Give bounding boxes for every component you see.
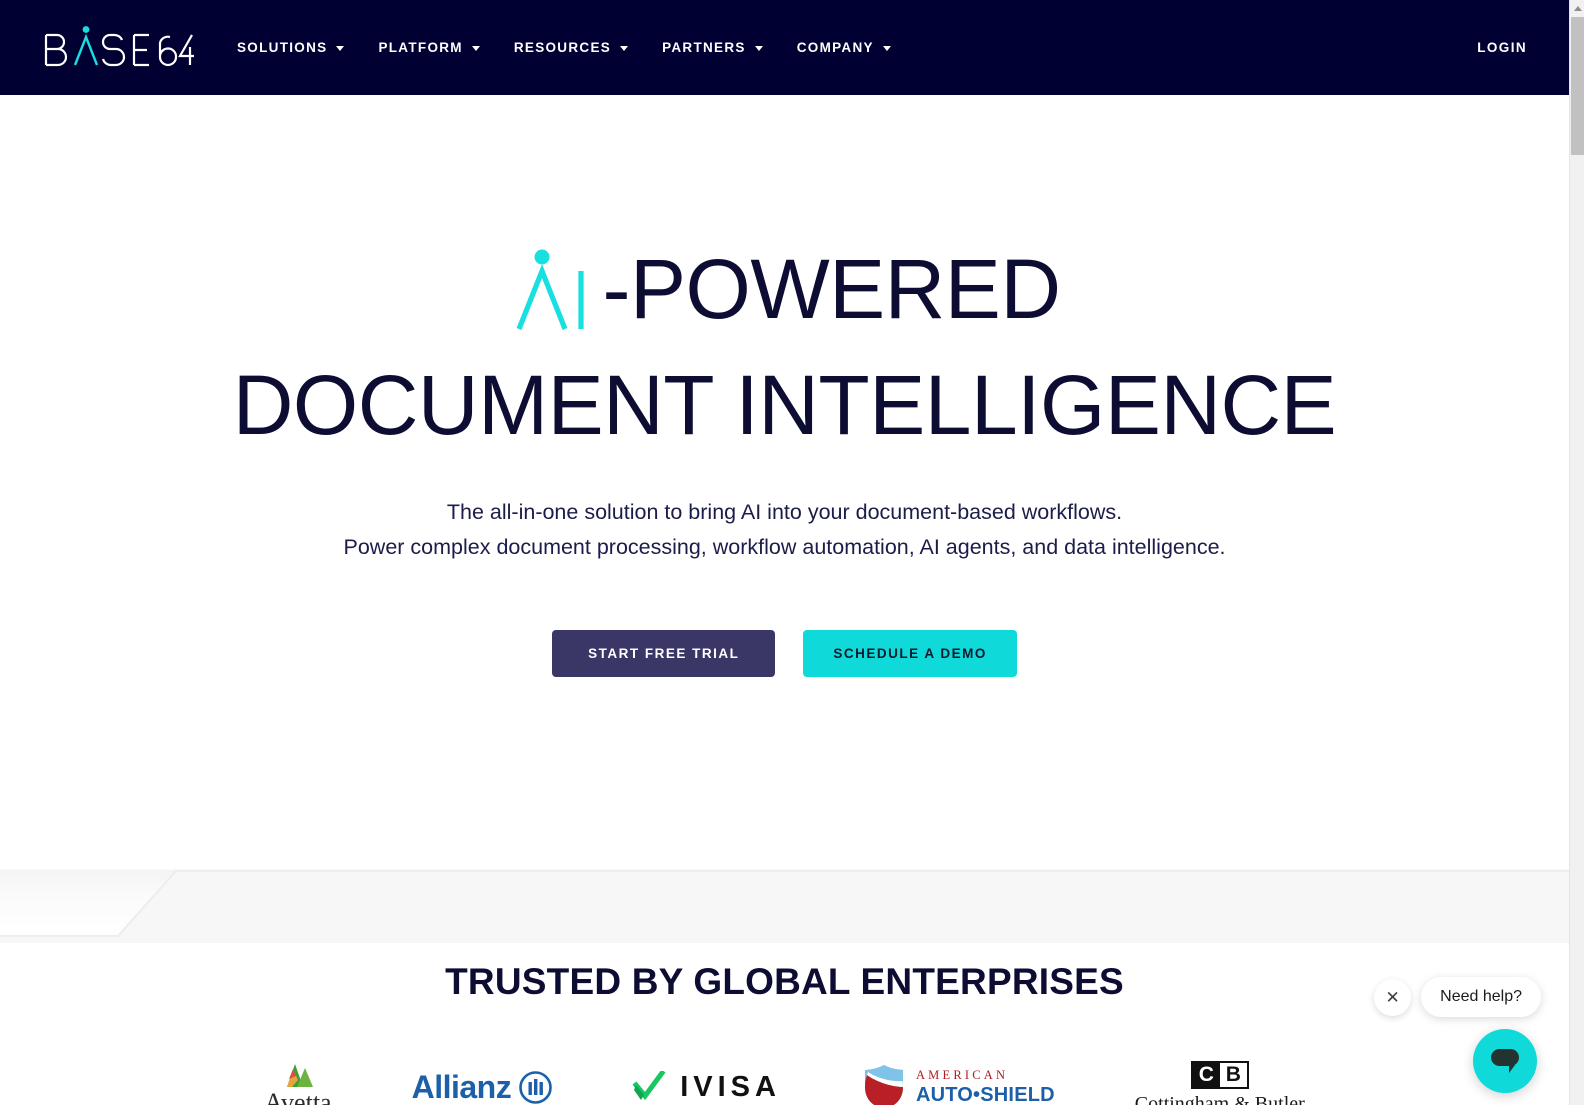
hero-subheadline: The all-in-one solution to bring AI into…: [0, 495, 1569, 565]
scroll-up-arrow-glyph: [1573, 5, 1582, 11]
mountain-icon: [286, 1064, 313, 1087]
nav-item-company-label: COMPANY: [796, 40, 874, 55]
shield-icon: [864, 1065, 903, 1105]
scrollbar-thumb[interactable]: [1571, 17, 1584, 155]
chat-widget: ✕ Need help?: [1374, 977, 1541, 1093]
client-logo-allianz-label: Allianz: [411, 1069, 512, 1105]
cb-monogram-b: B: [1219, 1062, 1247, 1087]
hero-subheadline-line-1: The all-in-one solution to bring AI into…: [446, 500, 1123, 524]
client-logo-american-auto-shield[interactable]: AMERICAN AUTO•SHIELD: [861, 1051, 1055, 1105]
allianz-bars-icon: [519, 1070, 553, 1104]
american-auto-shield-text: AMERICAN AUTO•SHIELD: [916, 1069, 1055, 1105]
browser-viewport: SOLUTIONS PLATFORM RESOURCES PARTNERS CO…: [0, 0, 1584, 1105]
start-free-trial-button[interactable]: START FREE TRIAL: [552, 630, 776, 677]
chevron-down-icon: [336, 46, 345, 51]
primary-nav-links: SOLUTIONS PLATFORM RESOURCES PARTNERS CO…: [220, 34, 908, 61]
nav-item-partners-label: PARTNERS: [662, 40, 746, 55]
client-logo-cottingham-butler-label: Cottingham & Butler: [1134, 1092, 1305, 1105]
client-logo-avetta[interactable]: Avetta: [264, 1051, 332, 1105]
chevron-down-icon: [754, 46, 763, 51]
american-auto-shield-lockup: AMERICAN AUTO•SHIELD: [861, 1063, 1055, 1105]
chevron-down-icon: [882, 46, 891, 51]
ai-accent-mark-icon: [509, 245, 601, 333]
hero-cta-group: START FREE TRIAL SCHEDULE A DEMO: [0, 630, 1569, 677]
nav-item-solutions-label: SOLUTIONS: [237, 40, 328, 55]
chevron-down-icon: [471, 46, 480, 51]
client-logo-ivisa-label: IVISA: [680, 1070, 781, 1103]
green-check-icon: [632, 1071, 666, 1101]
nav-right-group: LOGIN: [1473, 34, 1531, 61]
base64-logo[interactable]: [42, 25, 194, 71]
nav-item-resources[interactable]: RESOURCES: [497, 34, 645, 61]
top-navigation-bar: SOLUTIONS PLATFORM RESOURCES PARTNERS CO…: [0, 0, 1569, 95]
page-content: SOLUTIONS PLATFORM RESOURCES PARTNERS CO…: [0, 0, 1569, 1105]
hero-headline-powered-text: -POWERED: [602, 242, 1062, 336]
nav-item-company[interactable]: COMPANY: [780, 34, 908, 61]
chat-prompt-bubble[interactable]: Need help?: [1421, 977, 1541, 1017]
trusted-by-title: TRUSTED BY GLOBAL ENTERPRISES: [445, 961, 1124, 1002]
angled-section-divider: [0, 857, 1569, 943]
chat-launcher-button[interactable]: [1473, 1029, 1537, 1093]
nav-item-partners[interactable]: PARTNERS: [645, 34, 780, 61]
scroll-up-arrow-icon[interactable]: [1570, 0, 1584, 16]
cb-monogram-c: C: [1192, 1062, 1220, 1087]
trusted-by-section: TRUSTED BY GLOBAL ENTERPRISES Avetta All…: [0, 943, 1569, 1105]
client-logo-avetta-label: Avetta: [264, 1088, 332, 1105]
chevron-down-icon: [620, 46, 629, 51]
hero-section: -POWERED DOCUMENT INTELLIGENCE The all-i…: [0, 95, 1569, 677]
client-logo-cottingham-butler[interactable]: C B Cottingham & Butler: [1135, 1051, 1305, 1105]
client-logo-aas-american-label: AMERICAN: [915, 1068, 1009, 1083]
nav-item-resources-label: RESOURCES: [513, 40, 612, 55]
client-logo-row: Avetta Allianz IVISA AMERICAN AUTO•SHIEL…: [0, 1051, 1569, 1105]
hero-subheadline-line-2: Power complex document processing, workf…: [343, 535, 1226, 559]
client-logo-allianz[interactable]: Allianz: [412, 1051, 553, 1105]
client-logo-aas-autoshield-label: AUTO•SHIELD: [915, 1083, 1055, 1105]
nav-item-platform[interactable]: PLATFORM: [361, 34, 496, 61]
speech-bubble-icon: [1491, 1049, 1519, 1073]
base64-logo-icon: [44, 25, 194, 66]
ai-logotype-icon: [516, 249, 584, 330]
nav-item-solutions[interactable]: SOLUTIONS: [220, 34, 361, 61]
hero-headline-line-1: -POWERED: [0, 243, 1569, 331]
nav-item-platform-label: PLATFORM: [378, 40, 463, 55]
ivisa-lockup: IVISA: [632, 1071, 781, 1103]
chat-prompt-row: ✕ Need help?: [1374, 977, 1541, 1017]
page-scrollbar[interactable]: [1569, 0, 1584, 1105]
login-link[interactable]: LOGIN: [1473, 34, 1531, 61]
close-icon[interactable]: ✕: [1374, 978, 1412, 1016]
client-logo-ivisa[interactable]: IVISA: [632, 1051, 781, 1105]
hero-headline-line-2: DOCUMENT INTELLIGENCE: [232, 358, 1337, 452]
cb-monogram-icon: C B: [1190, 1060, 1249, 1089]
schedule-a-demo-button[interactable]: SCHEDULE A DEMO: [803, 630, 1017, 677]
allianz-lockup: Allianz: [411, 1069, 553, 1105]
